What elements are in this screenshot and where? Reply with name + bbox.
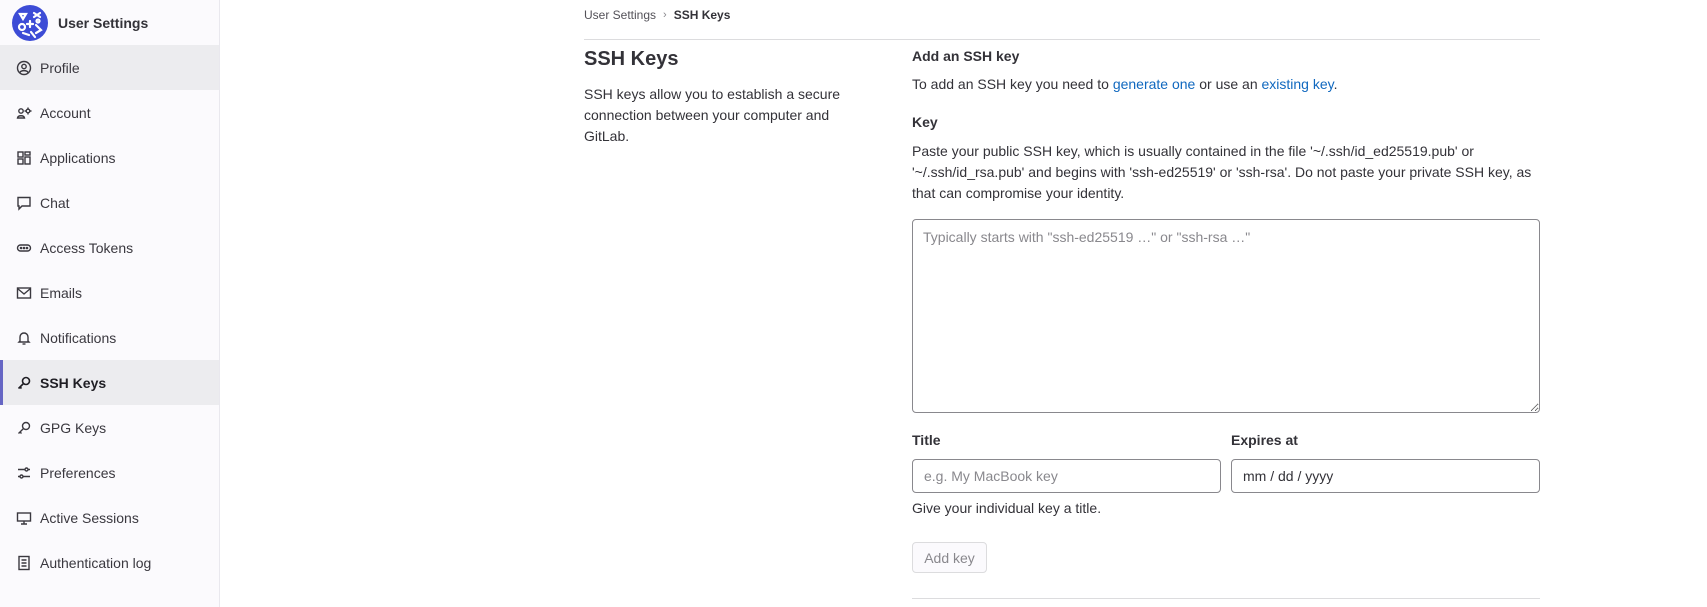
- intro-prefix: To add an SSH key you need to: [912, 76, 1113, 92]
- monitor-icon: [16, 510, 32, 526]
- title-label: Title: [912, 432, 941, 448]
- mail-icon: [16, 285, 32, 301]
- divider: [912, 598, 1540, 599]
- log-icon: [16, 555, 32, 571]
- key-icon: [16, 420, 32, 436]
- key-textarea[interactable]: [912, 219, 1540, 413]
- sidebar-item-authentication-log[interactable]: Authentication log: [0, 540, 219, 585]
- title-help-text: Give your individual key a title.: [912, 500, 1102, 516]
- sidebar-item-active-sessions[interactable]: Active Sessions: [0, 495, 219, 540]
- form-heading: Add an SSH key: [912, 48, 1020, 64]
- sidebar-item-label: SSH Keys: [40, 374, 107, 391]
- sidebar-item-label: GPG Keys: [40, 419, 107, 436]
- sidebar-header[interactable]: User Settings: [0, 0, 219, 45]
- key-label: Key: [912, 114, 938, 130]
- sidebar-item-access-tokens[interactable]: Access Tokens: [0, 225, 219, 270]
- sidebar-item-account[interactable]: Account: [0, 90, 219, 135]
- sidebar-item-label: Preferences: [40, 464, 116, 481]
- expires-at-label: Expires at: [1231, 432, 1298, 448]
- sidebar-item-label: Account: [40, 104, 91, 121]
- generate-one-link[interactable]: generate one: [1113, 76, 1196, 92]
- existing-key-link[interactable]: existing key: [1262, 76, 1334, 92]
- sidebar-item-gpg-keys[interactable]: GPG Keys: [0, 405, 219, 450]
- app-logo: [12, 4, 48, 41]
- key-icon: [16, 375, 32, 391]
- sidebar-item-label: Access Tokens: [40, 239, 134, 256]
- applications-icon: [16, 150, 32, 166]
- sidebar-item-profile[interactable]: Profile: [0, 45, 219, 90]
- sidebar-item-label: Chat: [40, 194, 70, 211]
- intro-suffix: .: [1333, 76, 1338, 92]
- token-icon: [16, 240, 32, 256]
- chat-icon: [16, 195, 32, 211]
- sidebar-item-label: Profile: [40, 59, 80, 76]
- expires-at-date-input[interactable]: mm / dd / yyyy: [1231, 459, 1540, 493]
- breadcrumb: User Settings › SSH Keys: [584, 8, 730, 22]
- account-icon: [16, 105, 32, 121]
- add-key-button[interactable]: Add key: [912, 542, 987, 573]
- sidebar-item-emails[interactable]: Emails: [0, 270, 219, 315]
- sidebar-item-label: Applications: [40, 149, 116, 166]
- intro-middle: or use an: [1195, 76, 1262, 92]
- divider: [584, 39, 1540, 40]
- sidebar-item-ssh-keys[interactable]: SSH Keys: [0, 360, 219, 405]
- page-description: SSH keys allow you to establish a secure…: [584, 86, 841, 144]
- title-input[interactable]: [912, 459, 1221, 493]
- date-placeholder: mm / dd / yyyy: [1243, 468, 1334, 484]
- profile-icon: [16, 60, 32, 76]
- preferences-icon: [16, 465, 32, 481]
- sidebar-item-chat[interactable]: Chat: [0, 180, 219, 225]
- sidebar-item-preferences[interactable]: Preferences: [0, 450, 219, 495]
- sidebar-item-label: Notifications: [40, 329, 117, 346]
- page-title: SSH Keys: [584, 48, 679, 70]
- sidebar: User Settings Profile Account Applicatio…: [0, 0, 220, 607]
- form-intro: To add an SSH key you need to generate o…: [912, 76, 1338, 92]
- sidebar-title: User Settings: [58, 14, 149, 31]
- breadcrumb-parent[interactable]: User Settings: [584, 8, 656, 22]
- notifications-icon: [16, 330, 32, 346]
- key-help-text: Paste your public SSH key, which is usua…: [912, 143, 1532, 201]
- breadcrumb-separator: ›: [663, 9, 667, 21]
- sidebar-item-label: Authentication log: [40, 554, 152, 571]
- sidebar-item-applications[interactable]: Applications: [0, 135, 219, 180]
- sidebar-item-notifications[interactable]: Notifications: [0, 315, 219, 360]
- sidebar-item-label: Emails: [40, 284, 83, 301]
- breadcrumb-current[interactable]: SSH Keys: [674, 8, 731, 22]
- sidebar-item-label: Active Sessions: [40, 509, 139, 526]
